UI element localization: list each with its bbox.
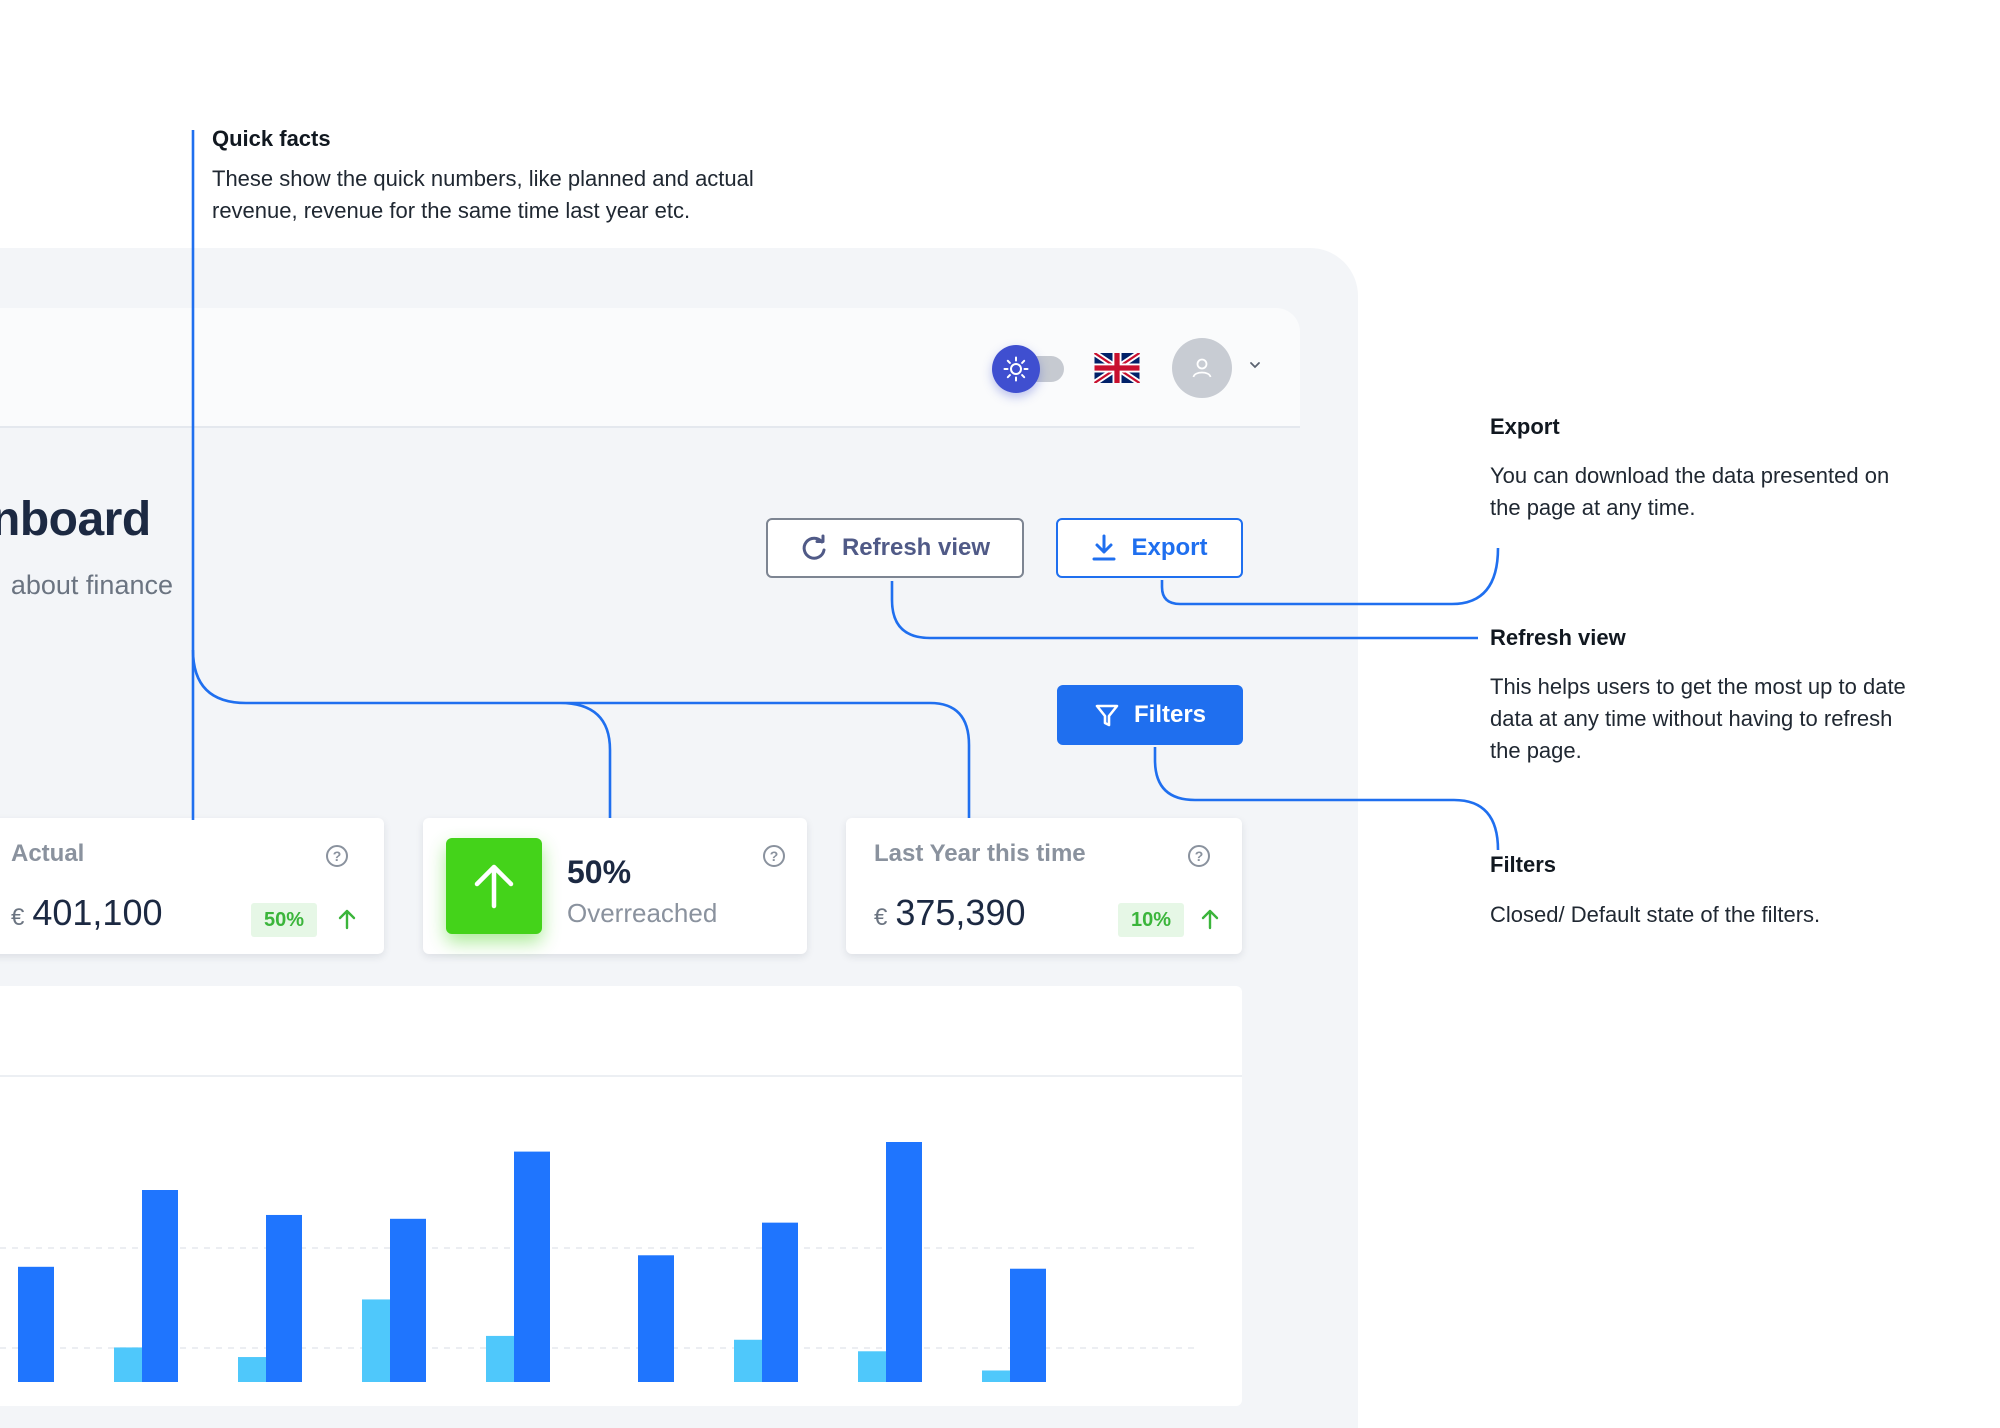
refresh-connector <box>890 581 1478 640</box>
annotation-connectors <box>191 130 1500 851</box>
export-connector <box>1160 547 1500 606</box>
quick-facts-branch-connector <box>191 649 971 818</box>
filters-connector <box>1153 747 1500 851</box>
